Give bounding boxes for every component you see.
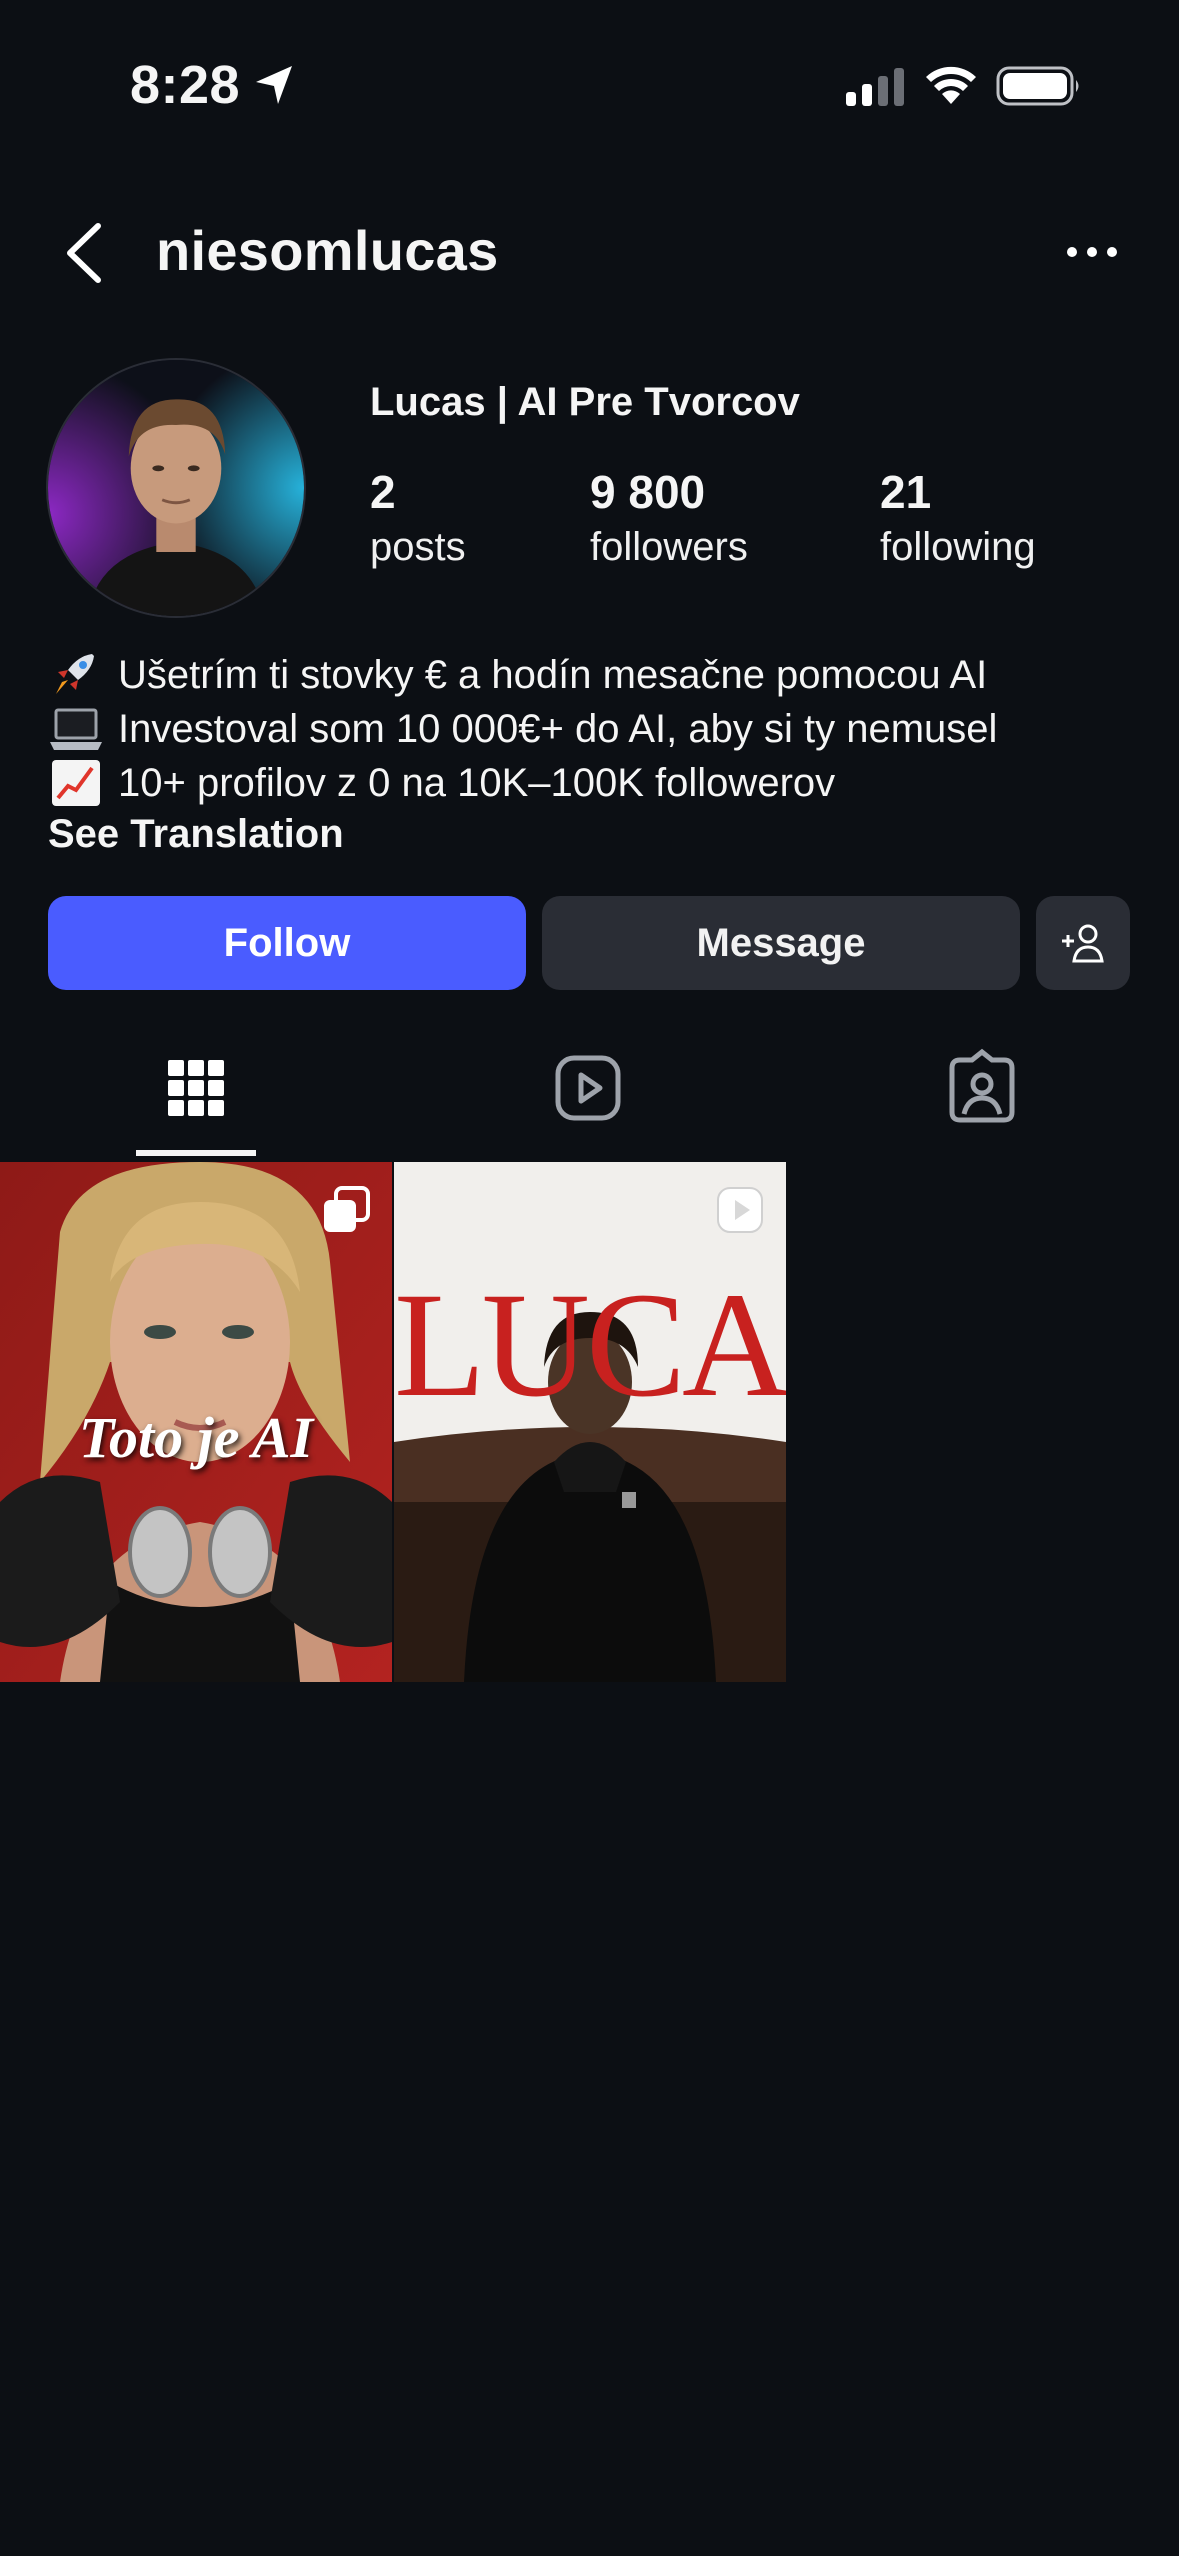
bio-text: 10+ profilov z 0 na 10K–100K followerov [118, 760, 836, 805]
wifi-icon [926, 66, 976, 104]
bio-line: Ušetrím ti stovky € a hodín mesačne pomo… [48, 648, 1148, 702]
followers-count: 9 800 [590, 466, 706, 518]
tagged-tab-icon[interactable] [942, 1048, 1022, 1128]
carousel-icon [324, 1186, 370, 1232]
post-thumbnail[interactable]: LUCAS [394, 1162, 786, 1682]
add-person-icon [1062, 924, 1104, 963]
following-count: 21 [880, 466, 932, 518]
rocket-icon [56, 654, 94, 694]
reel-icon [717, 1187, 763, 1233]
followers-label: followers [590, 525, 748, 569]
reels-tab-icon[interactable] [548, 1048, 628, 1128]
following-label: following [880, 525, 1036, 569]
bio-line: Investoval som 10 000€+ do AI, aby si ty… [48, 702, 1148, 756]
chart-increasing-icon [52, 760, 100, 806]
post-thumbnail[interactable]: Toto je AI [0, 1162, 392, 1682]
more-options-icon[interactable] [1064, 232, 1120, 272]
follow-button[interactable]: Follow [48, 896, 526, 990]
profile-avatar[interactable] [46, 358, 306, 618]
stat-followers[interactable]: 9 800 followers [590, 462, 748, 572]
post-overlay-text: Toto je AI [78, 1405, 314, 1470]
grid-tab-icon[interactable] [156, 1048, 236, 1128]
profile-display-name: Lucas | AI Pre Tvorcov [370, 380, 800, 424]
suggested-accounts-button[interactable] [1036, 896, 1130, 990]
back-chevron-icon[interactable] [60, 218, 110, 288]
stat-following[interactable]: 21 following [880, 462, 1036, 572]
bio-text: Ušetrím ti stovky € a hodín mesačne pomo… [118, 652, 988, 697]
avatar-portrait-image [48, 360, 304, 616]
battery-icon [996, 66, 1079, 106]
profile-username: niesomlucas [156, 219, 499, 282]
posts-count: 2 [370, 466, 396, 518]
see-translation-link[interactable]: See Translation [48, 812, 344, 857]
posts-label: posts [370, 525, 466, 569]
profile-bio: Ušetrím ti stovky € a hodín mesačne pomo… [48, 648, 1148, 810]
cellular-signal-icon [846, 68, 904, 106]
location-arrow-icon [256, 66, 292, 104]
active-tab-indicator [136, 1150, 256, 1156]
stat-posts[interactable]: 2 posts [370, 462, 466, 572]
laptop-icon [50, 708, 102, 750]
status-time: 8:28 [130, 55, 241, 115]
post-overlay-text: LUCAS [394, 1262, 786, 1428]
message-button[interactable]: Message [542, 896, 1020, 990]
bio-text: Investoval som 10 000€+ do AI, aby si ty… [118, 706, 998, 751]
status-bar: 8:28 [0, 0, 1179, 170]
bio-line: 10+ profilov z 0 na 10K–100K followerov [48, 756, 1148, 810]
